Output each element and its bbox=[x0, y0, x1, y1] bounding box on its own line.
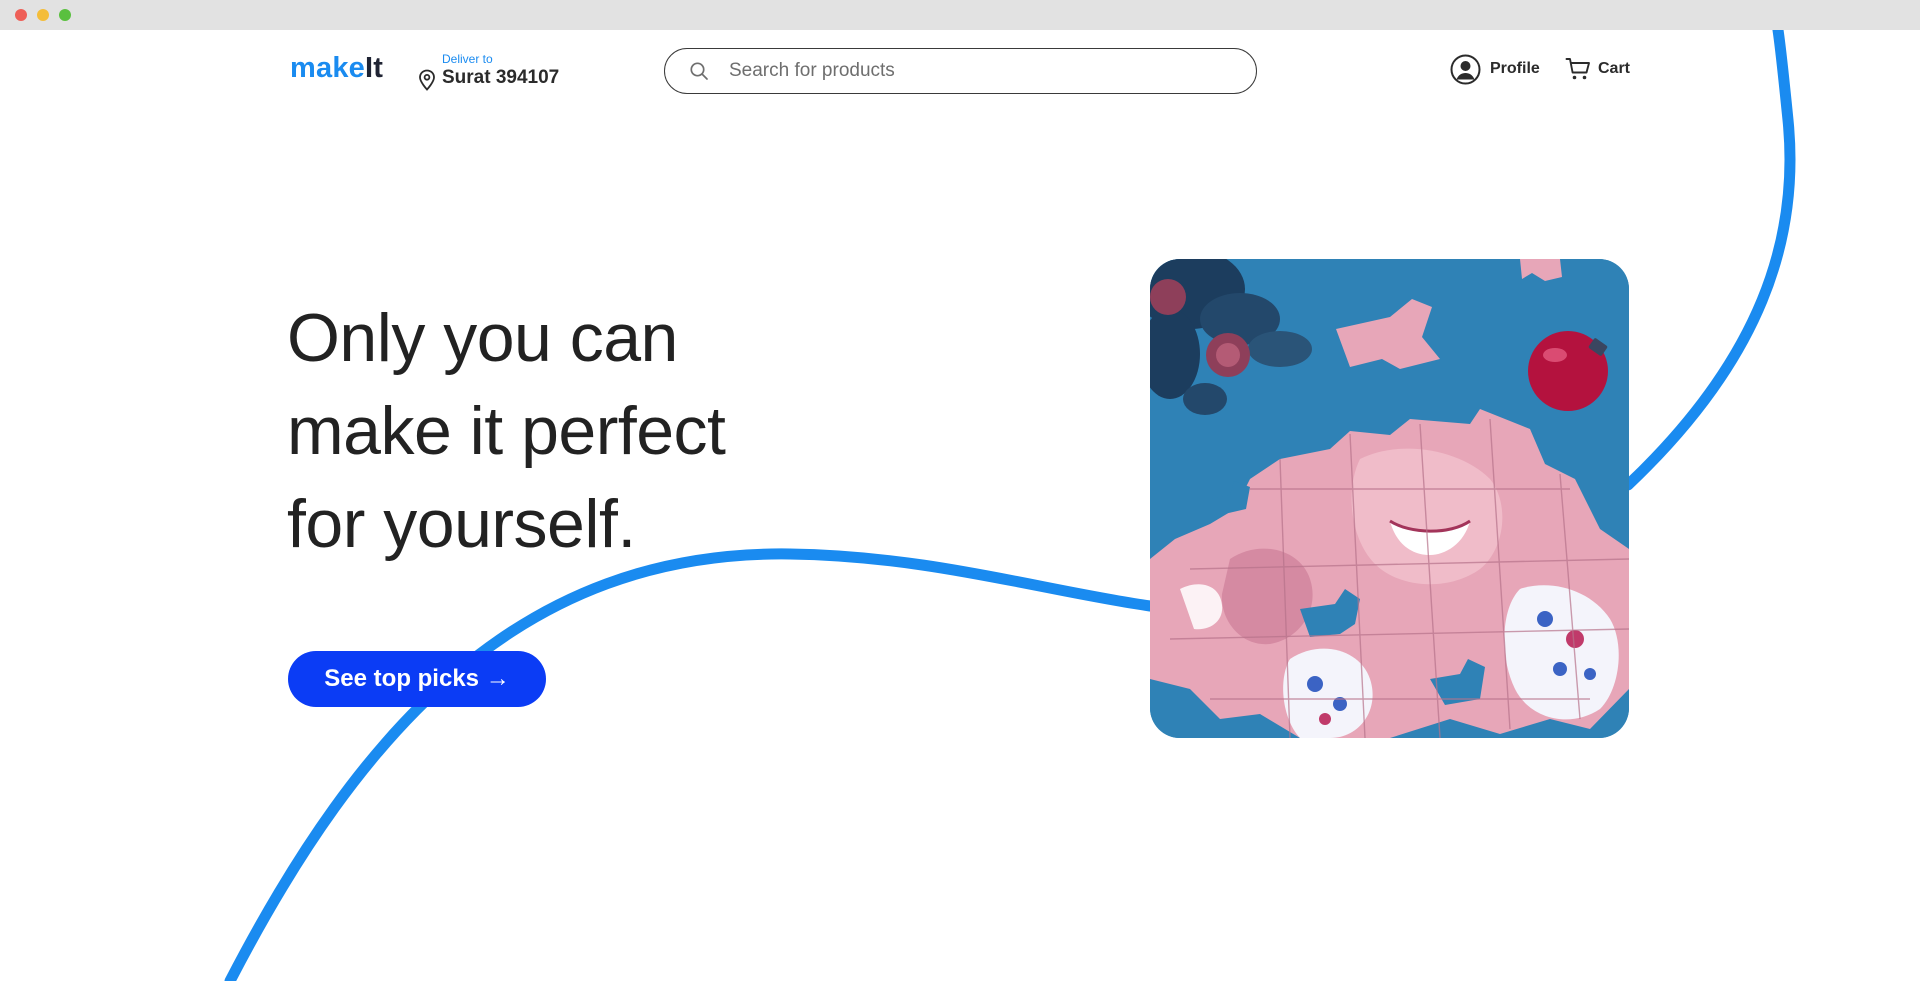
shopping-cart-icon bbox=[1565, 58, 1590, 80]
window-zoom-button[interactable] bbox=[59, 9, 71, 21]
location-pin-icon bbox=[419, 69, 435, 91]
brand-logo-part1: make bbox=[290, 52, 365, 84]
browser-title-bar bbox=[0, 0, 1920, 30]
hero-image bbox=[1150, 259, 1629, 738]
hero-headline: Only you can make it perfect for yoursel… bbox=[287, 292, 847, 571]
see-top-picks-button[interactable]: See top picks → bbox=[288, 651, 546, 707]
window-close-button[interactable] bbox=[15, 9, 27, 21]
brand-logo-part2: It bbox=[364, 52, 384, 84]
landing-page: makeIt Deliver to Surat 394107 Profile C… bbox=[0, 30, 1920, 981]
cart-label: Cart bbox=[1598, 60, 1631, 77]
ornament-ball bbox=[1528, 331, 1608, 411]
window-minimize-button[interactable] bbox=[37, 9, 49, 21]
hero-headline-line: Only you can bbox=[287, 300, 678, 376]
deliver-to-label: Deliver to bbox=[442, 52, 493, 66]
brand-logo[interactable]: makeIt bbox=[290, 52, 383, 85]
cart-link[interactable]: Cart bbox=[1565, 52, 1630, 86]
search-bar[interactable] bbox=[664, 48, 1257, 94]
puzzle-photo-illustration bbox=[1150, 259, 1629, 738]
search-input[interactable] bbox=[729, 57, 1229, 85]
user-circle-icon bbox=[1450, 54, 1481, 84]
delivery-city: Surat 394107 bbox=[442, 67, 560, 88]
search-icon bbox=[690, 62, 708, 80]
hero-headline-line: make it perfect bbox=[287, 393, 726, 469]
profile-link[interactable]: Profile bbox=[1450, 52, 1540, 86]
hero-headline-line: for yourself. bbox=[287, 486, 636, 562]
profile-label: Profile bbox=[1490, 60, 1540, 77]
